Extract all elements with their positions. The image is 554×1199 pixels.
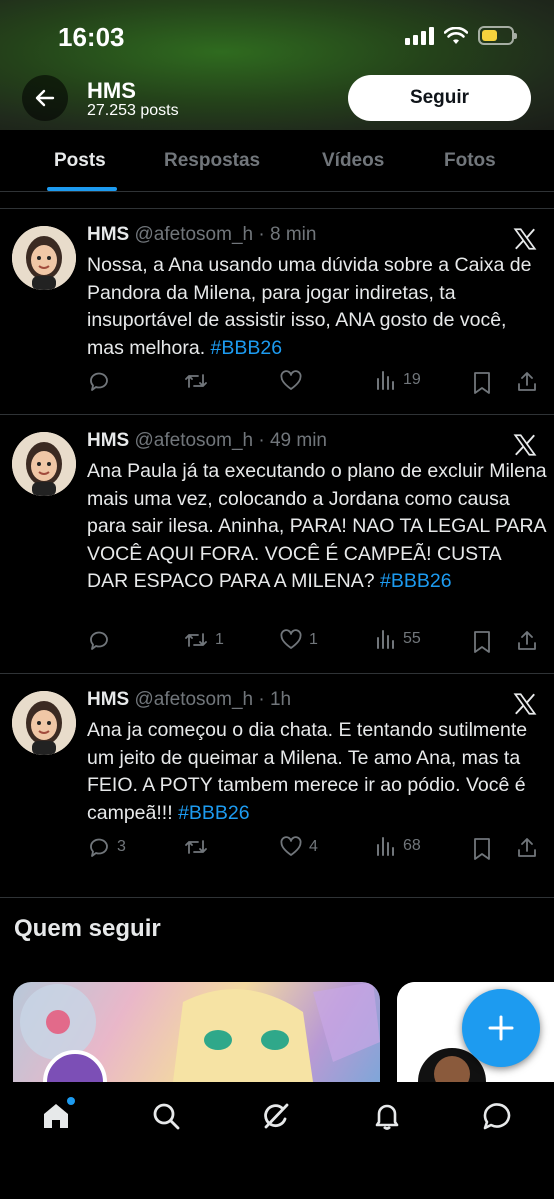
views-count: 68	[403, 837, 421, 854]
tab-fotos[interactable]: Fotos	[444, 150, 496, 172]
notification-dot	[67, 1097, 75, 1105]
suggestion-banner-image	[20, 982, 380, 1082]
reply-button[interactable]	[87, 369, 117, 393]
tweet-author-name[interactable]: HMS	[87, 430, 129, 451]
heart-icon	[280, 370, 302, 390]
repost-button[interactable]: 1	[183, 628, 224, 652]
hashtag-link[interactable]: #BBB26	[380, 570, 452, 592]
share-icon[interactable]	[515, 629, 539, 653]
tweet-text: Ana Paula já ta executando o plano de ex…	[87, 460, 547, 592]
views-icon	[377, 630, 394, 649]
views-button[interactable]: 68	[375, 835, 421, 857]
repost-icon	[185, 840, 207, 854]
x-logo-icon[interactable]	[512, 432, 538, 458]
messages-icon	[483, 1103, 511, 1130]
repost-button[interactable]	[183, 369, 215, 393]
reply-button[interactable]: 3	[87, 835, 126, 859]
share-icon[interactable]	[515, 836, 539, 860]
active-tab-indicator	[47, 187, 117, 191]
home-icon	[44, 1104, 68, 1128]
plus-icon	[488, 1015, 514, 1041]
divider	[0, 897, 554, 898]
profile-name: HMS	[87, 78, 136, 103]
heart-icon	[280, 836, 302, 856]
avatar[interactable]	[12, 226, 76, 290]
tweet-handle-time[interactable]: @afetosom_h · 49 min	[135, 430, 328, 451]
x-logo-icon[interactable]	[512, 226, 538, 252]
who-to-follow-title: Quem seguir	[14, 915, 161, 942]
like-button[interactable]: 4	[279, 835, 318, 859]
posts-count: 27.253 posts	[87, 102, 179, 119]
tweet[interactable]: HMS @afetosom_h · 49 min Ana Paula já ta…	[0, 430, 554, 673]
nav-home[interactable]	[39, 1097, 75, 1133]
avatar[interactable]	[12, 691, 76, 755]
nav-notifications[interactable]	[370, 1099, 404, 1133]
status-bar: 16:03	[0, 0, 554, 70]
repost-icon	[185, 374, 207, 388]
nav-grok[interactable]	[259, 1099, 293, 1133]
hashtag-link[interactable]: #BBB26	[211, 337, 283, 359]
tab-posts[interactable]: Posts	[54, 150, 106, 172]
nav-search[interactable]	[149, 1099, 183, 1133]
back-button[interactable]	[22, 75, 68, 121]
like-button[interactable]: 1	[279, 628, 318, 652]
bookmark-icon[interactable]	[471, 837, 493, 861]
bookmark-icon[interactable]	[471, 630, 493, 654]
status-time: 16:03	[58, 22, 125, 52]
tab-respostas[interactable]: Respostas	[164, 150, 260, 172]
tweet-author-name[interactable]: HMS	[87, 224, 129, 245]
share-icon[interactable]	[515, 370, 539, 394]
divider	[0, 673, 554, 674]
compose-post-button[interactable]	[462, 989, 540, 1067]
reply-count: 3	[117, 838, 126, 855]
reply-button[interactable]	[87, 628, 117, 652]
divider	[0, 414, 554, 415]
tweet-handle-time[interactable]: @afetosom_h · 1h	[135, 689, 292, 710]
views-button[interactable]: 19	[375, 369, 421, 391]
like-count: 1	[309, 631, 318, 648]
suggestion-card[interactable]	[13, 982, 380, 1082]
avatar[interactable]	[12, 432, 76, 496]
views-button[interactable]: 55	[375, 628, 421, 650]
heart-icon	[280, 629, 302, 649]
tweet[interactable]: HMS @afetosom_h · 1h Ana ja começou o di…	[0, 689, 554, 879]
x-logo-icon[interactable]	[512, 691, 538, 717]
wifi-icon	[444, 26, 468, 44]
views-count: 19	[403, 371, 421, 388]
tweet-text: Nossa, a Ana usando uma dúvida sobre a C…	[87, 254, 532, 359]
bookmark-icon[interactable]	[471, 371, 493, 395]
like-count: 4	[309, 838, 318, 855]
like-button[interactable]	[279, 369, 309, 393]
repost-icon	[185, 633, 207, 647]
follow-button[interactable]: Seguir	[348, 75, 531, 121]
tweet[interactable]: HMS @afetosom_h · 8 min Nossa, a Ana usa…	[0, 224, 554, 414]
tweet-text: Ana ja começou o dia chata. E tentando s…	[87, 719, 528, 824]
views-icon	[377, 837, 394, 856]
tab-videos[interactable]: Vídeos	[322, 150, 384, 172]
search-icon	[153, 1103, 180, 1130]
repost-button[interactable]	[183, 835, 215, 859]
grok-icon	[264, 1103, 289, 1129]
tweet-author-name[interactable]: HMS	[87, 689, 129, 710]
tweet-handle-time[interactable]: @afetosom_h · 8 min	[135, 224, 317, 245]
profile-tabs: Posts Respostas Vídeos Fotos	[0, 130, 554, 192]
hashtag-link[interactable]: #BBB26	[178, 802, 250, 824]
nav-messages[interactable]	[480, 1099, 514, 1133]
divider	[0, 208, 554, 209]
reply-icon	[90, 631, 108, 650]
cellular-signal-icon	[405, 26, 434, 45]
bell-icon	[375, 1104, 399, 1130]
battery-icon	[478, 26, 517, 45]
bottom-navigation	[0, 1082, 554, 1199]
reply-icon	[90, 838, 108, 857]
views-icon	[377, 371, 394, 390]
repost-count: 1	[215, 631, 224, 648]
arrow-left-icon	[35, 89, 55, 107]
reply-icon	[90, 372, 108, 391]
views-count: 55	[403, 630, 421, 647]
